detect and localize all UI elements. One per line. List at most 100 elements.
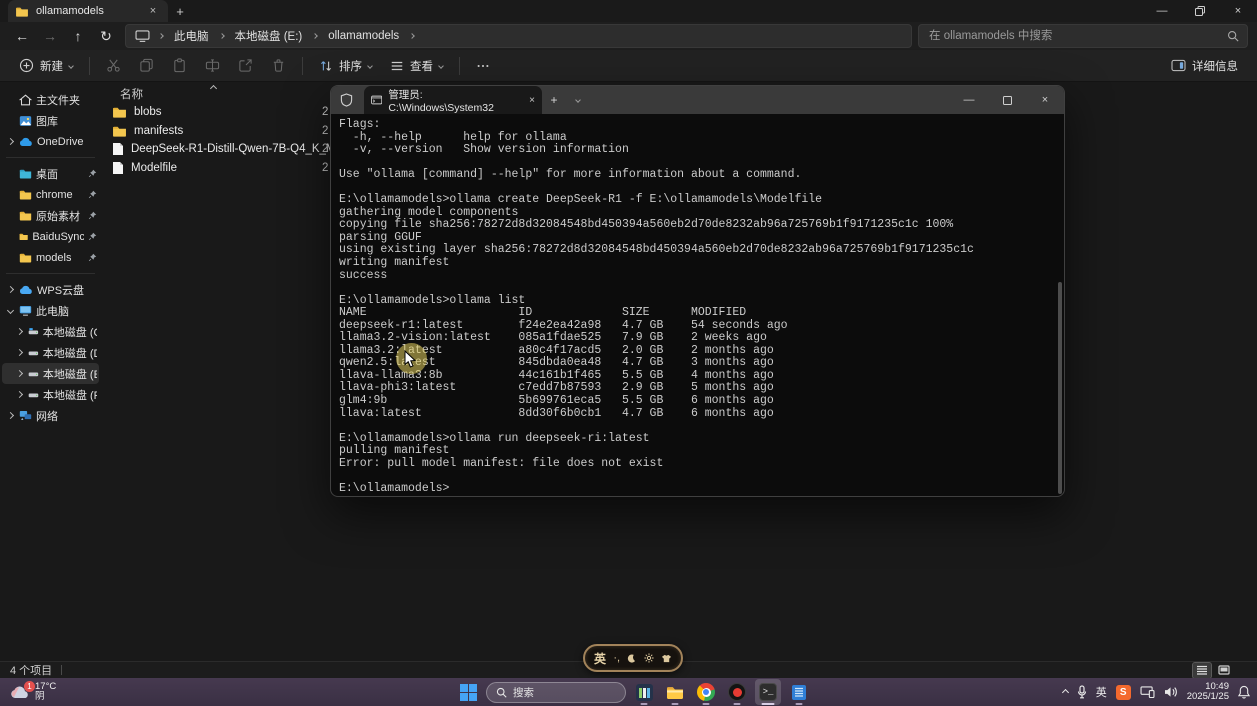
sidebar-item-drive-e[interactable]: 本地磁盘 (E:) <box>2 363 99 384</box>
tab-close-icon[interactable]: × <box>145 3 161 19</box>
collapse-chevron-icon[interactable] <box>7 307 14 314</box>
notification-bell-icon[interactable] <box>1238 685 1250 699</box>
search-input[interactable] <box>927 29 1227 43</box>
weather-widget[interactable]: 1 17°C 阴 <box>0 678 66 706</box>
drive-icon <box>28 369 39 378</box>
taskbar-app-chrome[interactable] <box>693 679 719 705</box>
expand-chevron-icon[interactable] <box>16 391 23 398</box>
explorer-search-box[interactable] <box>918 24 1248 48</box>
taskbar-app-terminal[interactable]: >_ <box>755 679 781 705</box>
sidebar-item-chrome[interactable]: chrome <box>2 184 99 205</box>
ime-skin-icon[interactable] <box>661 654 672 663</box>
forward-button[interactable]: → <box>37 24 63 48</box>
paste-button[interactable] <box>163 53 196 79</box>
breadcrumb[interactable]: 此电脑 本地磁盘 (E:) ollamamodels <box>125 24 912 48</box>
terminal-title-bar[interactable]: 管理员: C:\Windows\System32 × + — × <box>331 86 1064 114</box>
terminal-maximize-button[interactable] <box>988 86 1026 114</box>
taskbar-app-screen-recorder[interactable] <box>724 679 750 705</box>
sidebar-item-drive-c[interactable]: 本地磁盘 (C:) <box>2 321 99 342</box>
expand-chevron-icon[interactable] <box>7 286 14 293</box>
expand-chevron-icon[interactable] <box>7 138 14 145</box>
minimize-button[interactable]: — <box>1143 0 1181 22</box>
thumbnail-view-toggle[interactable] <box>1215 663 1233 678</box>
drive-c-icon <box>28 327 39 336</box>
sidebar-item-home[interactable]: 主文件夹 <box>2 89 99 110</box>
up-button[interactable]: ↑ <box>65 24 91 48</box>
ime-language-mode[interactable]: 英 <box>594 650 606 667</box>
sidebar-item-wps-cloud[interactable]: WPS云盘 <box>2 279 99 300</box>
refresh-button[interactable]: ↻ <box>93 24 119 48</box>
view-icon <box>390 59 404 73</box>
terminal-new-tab-button[interactable]: + <box>542 88 566 112</box>
share-button[interactable] <box>229 53 262 79</box>
expand-chevron-icon[interactable] <box>16 328 23 335</box>
sidebar-item-drive-f[interactable]: 本地磁盘 (F:) <box>2 384 99 405</box>
restore-button[interactable] <box>1181 0 1219 22</box>
taskbar-app-notebook[interactable] <box>786 679 812 705</box>
taskbar-search-box[interactable]: 搜索 <box>486 682 626 703</box>
sidebar-item-desktop[interactable]: 桌面 <box>2 163 99 184</box>
terminal-tab-dropdown-button[interactable] <box>566 88 590 112</box>
sidebar-item-gallery[interactable]: 图库 <box>2 110 99 131</box>
breadcrumb-separator-icon <box>312 33 318 39</box>
more-options-button[interactable] <box>467 53 499 79</box>
sidebar-item-this-pc[interactable]: 此电脑 <box>2 300 99 321</box>
sogou-input-icon[interactable]: S <box>1116 685 1131 700</box>
taskbar-clock[interactable]: 10:49 2025/1/25 <box>1187 682 1229 703</box>
ime-halfwidth-moon-icon[interactable] <box>627 654 636 663</box>
sidebar-item-models[interactable]: models <box>2 247 99 268</box>
breadcrumb-current-folder[interactable]: ollamamodels <box>326 29 401 43</box>
folder-icon <box>112 125 127 137</box>
terminal-tab[interactable]: 管理员: C:\Windows\System32 × <box>364 86 542 114</box>
view-button[interactable]: 查看 <box>381 53 452 79</box>
sidebar-item-label: 本地磁盘 (D:) <box>43 345 97 361</box>
ime-settings-gear-icon[interactable] <box>644 653 654 663</box>
terminal-scrollbar-thumb[interactable] <box>1058 282 1062 494</box>
sidebar-item-baidusyncdisk[interactable]: BaiduSyncdisk <box>2 226 99 247</box>
modified-column-partial: 2 <box>322 125 328 137</box>
new-button[interactable]: 新建 <box>10 53 82 79</box>
sidebar-item-raw-materials[interactable]: 原始素材 <box>2 205 99 226</box>
sidebar-item-network[interactable]: 网络 <box>2 405 99 426</box>
cut-button[interactable] <box>97 53 130 79</box>
explorer-tab[interactable]: ollamamodels × <box>8 0 168 22</box>
file-icon <box>112 161 124 175</box>
speaker-icon[interactable] <box>1164 686 1178 698</box>
sort-button[interactable]: 排序 <box>310 53 381 79</box>
sidebar-item-label: BaiduSyncdisk <box>32 231 84 243</box>
tray-ime-indicator[interactable]: 英 <box>1096 684 1107 700</box>
taskbar-app-file-explorer[interactable] <box>662 679 688 705</box>
tray-overflow-chevron-icon[interactable] <box>1062 688 1069 695</box>
breadcrumb-this-pc[interactable]: 此电脑 <box>172 27 211 45</box>
delete-button[interactable] <box>262 53 295 79</box>
new-tab-button[interactable]: + <box>168 1 192 21</box>
chevron-down-icon <box>575 97 581 103</box>
expand-chevron-icon[interactable] <box>7 412 14 419</box>
close-button[interactable]: × <box>1219 0 1257 22</box>
sidebar-item-label: chrome <box>36 189 73 201</box>
ime-punctuation-icon[interactable]: ·, <box>613 652 620 664</box>
terminal-content[interactable]: Flags: -h, --help help for ollama -v, --… <box>331 114 1064 497</box>
terminal-minimize-button[interactable]: — <box>950 86 988 114</box>
sidebar-divider <box>6 273 95 274</box>
ime-toolbar[interactable]: 英 ·, <box>583 644 683 672</box>
sidebar-item-drive-d[interactable]: 本地磁盘 (D:) <box>2 342 99 363</box>
back-button[interactable]: ← <box>9 24 35 48</box>
taskbar-app-grid-utility[interactable] <box>631 679 657 705</box>
terminal-tab-close-icon[interactable]: × <box>529 95 535 106</box>
sidebar-item-onedrive[interactable]: OneDrive <box>2 131 99 152</box>
folder-icon <box>19 210 32 221</box>
start-button[interactable] <box>455 679 481 705</box>
cast-device-icon[interactable] <box>1140 686 1155 698</box>
expand-chevron-icon[interactable] <box>16 349 23 356</box>
cut-icon <box>106 58 121 73</box>
breadcrumb-drive-e[interactable]: 本地磁盘 (E:) <box>233 27 305 45</box>
rename-button[interactable] <box>196 53 229 79</box>
microphone-icon[interactable] <box>1077 685 1087 699</box>
copy-button[interactable] <box>130 53 163 79</box>
details-view-toggle[interactable] <box>1193 663 1211 678</box>
expand-chevron-icon[interactable] <box>16 370 23 377</box>
details-pane-button[interactable]: 详细信息 <box>1162 53 1247 79</box>
terminal-close-button[interactable]: × <box>1026 86 1064 114</box>
details-pane-label: 详细信息 <box>1192 58 1238 74</box>
